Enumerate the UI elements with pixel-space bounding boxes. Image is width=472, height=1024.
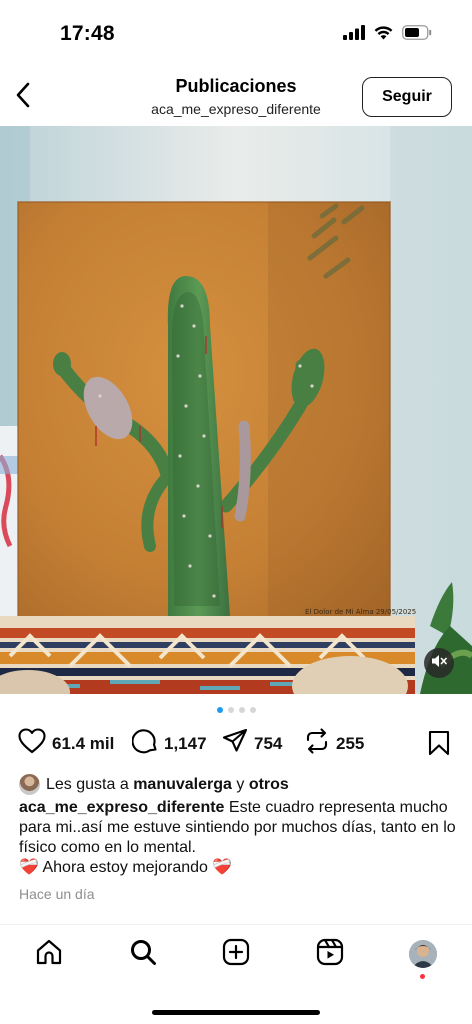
- status-bar: 17:48: [0, 0, 472, 70]
- wifi-icon: [374, 25, 393, 40]
- caption-line2: Ahora estoy mejorando: [42, 859, 208, 876]
- caption-emoji: ❤️‍🩹: [19, 859, 39, 876]
- home-indicator: [152, 1010, 320, 1015]
- painting-signature: El Dolor de Mi Alma 29/05/2025: [305, 608, 416, 616]
- battery-icon: [402, 25, 432, 40]
- post-actions: 61.4 mil 1,147 754 255: [0, 728, 472, 762]
- repost-count: 255: [336, 733, 365, 753]
- carousel-dot: [227, 707, 234, 713]
- tab-profile[interactable]: [406, 937, 440, 979]
- share-button[interactable]: 754: [222, 728, 282, 759]
- carousel-dot: [216, 707, 223, 713]
- carousel-dot: [238, 707, 245, 713]
- avatar[interactable]: [19, 774, 40, 795]
- tab-create[interactable]: [219, 937, 253, 971]
- home-icon: [35, 938, 63, 971]
- caption-emoji: ❤️‍🩹: [212, 859, 233, 876]
- notification-dot: [420, 974, 425, 979]
- speaker-muted-icon: [431, 654, 447, 673]
- status-time: 17:48: [60, 22, 115, 45]
- post-caption: aca_me_expreso_diferente Este cuadro rep…: [19, 798, 459, 878]
- tab-reels[interactable]: [313, 937, 347, 971]
- mute-button[interactable]: [424, 648, 454, 678]
- like-button[interactable]: 61.4 mil: [18, 728, 114, 759]
- create-post-icon: [222, 938, 250, 971]
- caption-username[interactable]: aca_me_expreso_diferente: [19, 799, 224, 816]
- post-header: Publicaciones aca_me_expreso_diferente S…: [0, 70, 472, 126]
- like-count: 61.4 mil: [52, 733, 115, 753]
- reels-icon: [316, 938, 344, 971]
- follow-button[interactable]: Seguir: [362, 77, 452, 117]
- repost-button[interactable]: 255: [304, 728, 364, 759]
- liked-by-prefix: Les gusta a: [46, 775, 129, 793]
- comment-count: 1,147: [164, 733, 207, 753]
- heart-icon: [18, 728, 46, 759]
- post-image[interactable]: El Dolor de Mi Alma 29/05/2025: [0, 126, 472, 694]
- liked-by-others[interactable]: otros: [249, 776, 289, 794]
- liked-by-connector: y: [236, 775, 245, 793]
- profile-avatar: [409, 940, 437, 968]
- cellular-signal-icon: [343, 25, 365, 40]
- share-count: 754: [254, 733, 283, 753]
- carousel-dot: [249, 707, 256, 713]
- paper-plane-icon: [222, 728, 248, 759]
- cactus-painting-image: El Dolor de Mi Alma 29/05/2025: [0, 126, 472, 694]
- save-button[interactable]: [428, 730, 450, 761]
- comment-button[interactable]: 1,147: [131, 728, 207, 759]
- liked-by-user[interactable]: manuvalerga: [133, 776, 232, 794]
- tab-search[interactable]: [126, 937, 160, 971]
- tab-home[interactable]: [32, 937, 66, 971]
- bookmark-icon: [428, 730, 450, 760]
- liked-by: Les gusta a manuvalerga y otros: [19, 774, 459, 795]
- bottom-tab-bar: [0, 924, 472, 984]
- search-icon: [129, 938, 157, 971]
- repost-icon: [304, 728, 330, 759]
- post-timestamp: Hace un día: [19, 886, 95, 902]
- status-icons: [343, 25, 432, 40]
- carousel-indicator: [0, 707, 472, 713]
- comment-icon: [131, 728, 158, 759]
